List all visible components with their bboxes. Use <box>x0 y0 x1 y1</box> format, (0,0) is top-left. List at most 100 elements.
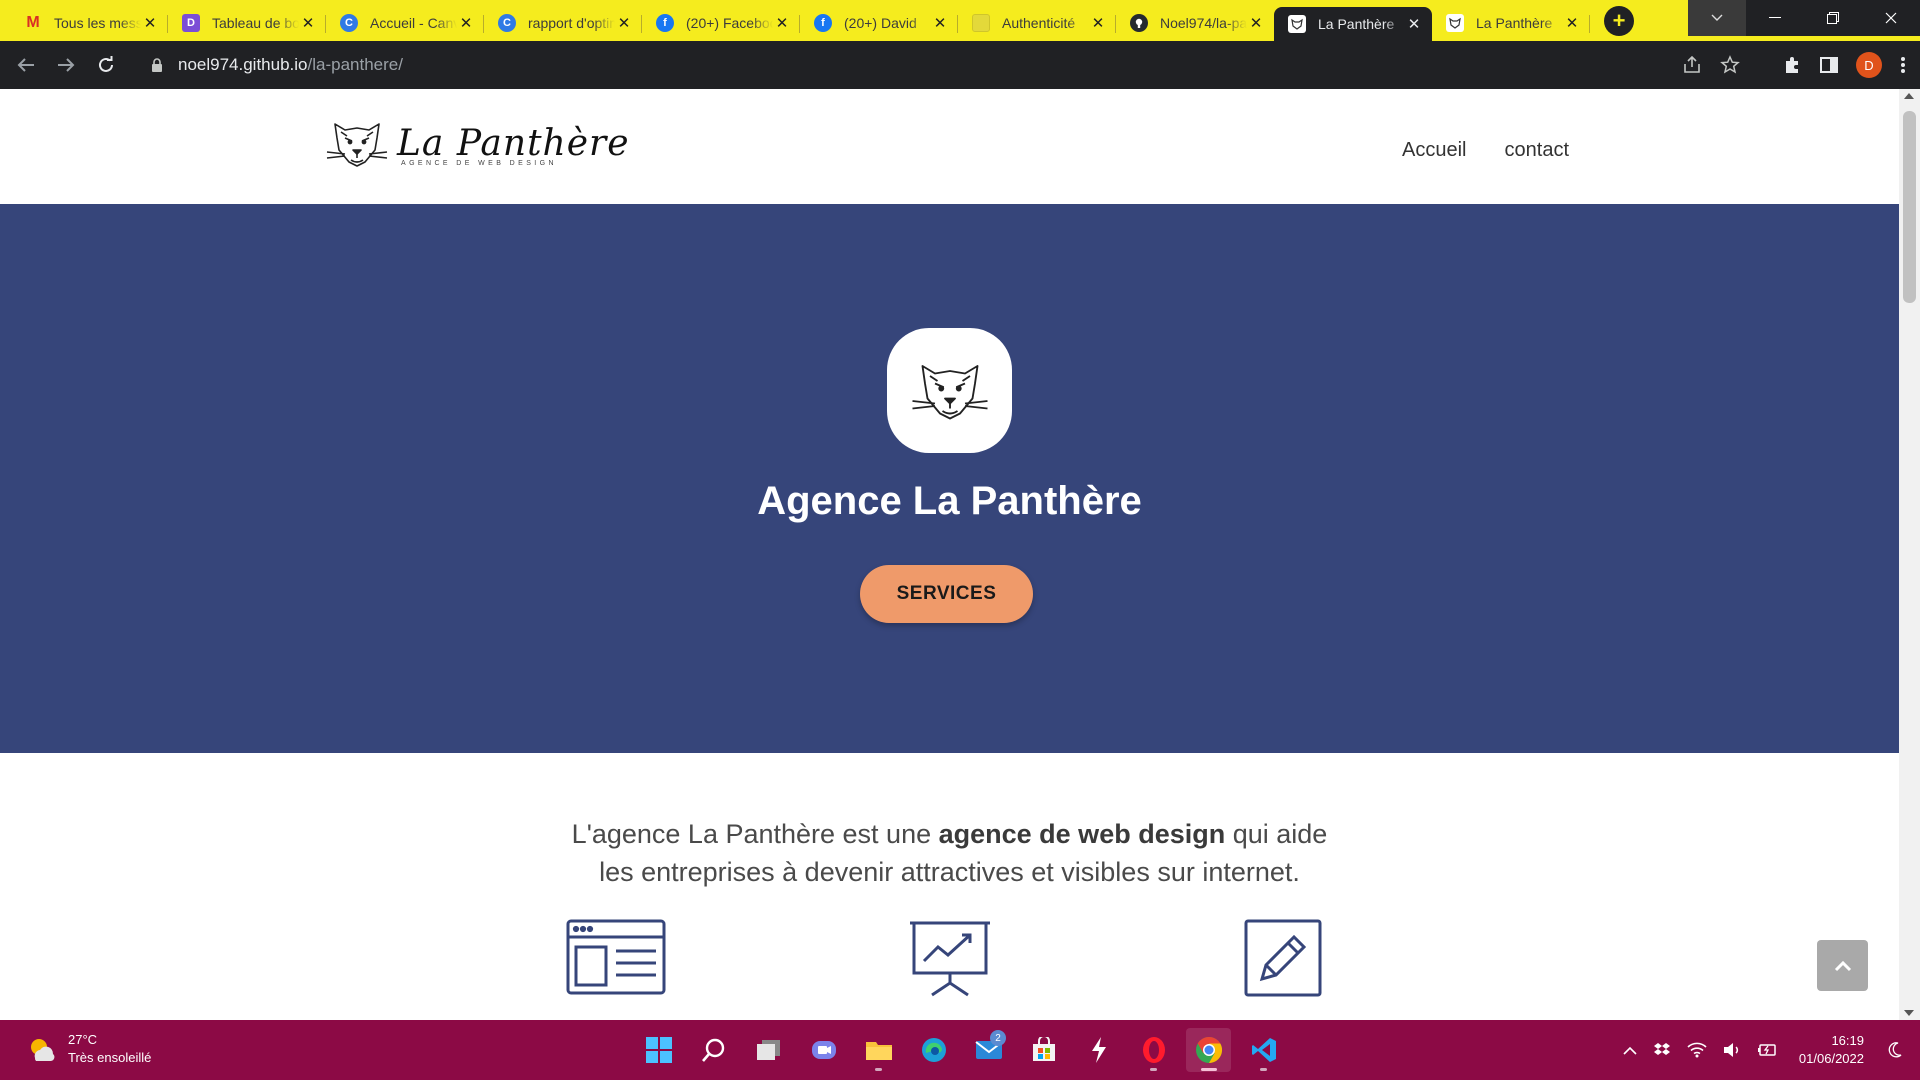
extensions-puzzle-icon[interactable] <box>1782 55 1802 75</box>
close-icon[interactable]: ✕ <box>1089 14 1107 32</box>
tray-icons <box>1623 1042 1777 1058</box>
close-icon[interactable]: ✕ <box>615 14 633 32</box>
tab-facebook[interactable]: f (20+) Facebook ✕ <box>642 6 800 40</box>
task-view-button[interactable] <box>746 1028 791 1072</box>
side-panel-icon[interactable] <box>1820 56 1838 74</box>
chrome-button[interactable] <box>1186 1028 1231 1072</box>
panther-icon <box>1288 15 1306 33</box>
store-button[interactable] <box>1021 1028 1066 1072</box>
tab-title: La Panthère <box>1476 14 1553 31</box>
running-indicator <box>875 1068 882 1071</box>
intro-text-line2: les entreprises à devenir attractives et… <box>599 857 1300 887</box>
close-window-button[interactable] <box>1862 0 1920 36</box>
tab-dashboard[interactable]: D Tableau de bord ✕ <box>168 6 326 40</box>
minimize-button[interactable] <box>1746 0 1804 36</box>
nav-link-contact[interactable]: contact <box>1505 139 1569 162</box>
page-scrollbar[interactable] <box>1899 89 1920 1020</box>
close-icon[interactable]: ✕ <box>1405 15 1423 33</box>
bolt-app-button[interactable] <box>1076 1028 1121 1072</box>
profile-avatar[interactable]: D <box>1856 52 1882 78</box>
close-icon[interactable]: ✕ <box>457 14 475 32</box>
tab-la-panthere[interactable]: La Panthère ✕ <box>1432 6 1590 40</box>
file-explorer-button[interactable] <box>856 1028 901 1072</box>
chevron-up-icon[interactable] <box>1623 1046 1637 1055</box>
tab-github[interactable]: Noel974/la-panthere ✕ <box>1116 6 1274 40</box>
main-nav: Accueil contact <box>1402 139 1569 162</box>
clock-date: 01/06/2022 <box>1798 1051 1864 1066</box>
tab-title: Accueil - Canva <box>370 14 457 31</box>
mail-unread-badge: 2 <box>990 1030 1006 1046</box>
arrow-right-icon <box>58 58 75 72</box>
tab-search-button[interactable] <box>1688 0 1746 36</box>
battery-icon[interactable] <box>1757 1043 1777 1057</box>
scroll-up-arrow[interactable] <box>1904 93 1914 99</box>
close-icon[interactable]: ✕ <box>141 14 159 32</box>
restore-button[interactable] <box>1804 0 1862 36</box>
kebab-menu-icon[interactable] <box>1900 56 1906 74</box>
wifi-icon[interactable] <box>1687 1042 1707 1058</box>
search-icon <box>701 1038 724 1062</box>
tab-title: (20+) David <box>844 14 917 31</box>
tab-facebook-david[interactable]: f (20+) David ✕ <box>800 6 958 40</box>
new-tab-button[interactable]: + <box>1604 5 1634 36</box>
tab-authenticite[interactable]: Authenticité ✕ <box>958 6 1116 40</box>
address-bar[interactable]: noel974.github.io/la-panthere/ <box>138 47 1752 83</box>
intro-text: L'agence La Panthère est une agence de w… <box>0 815 1899 891</box>
chevron-up-icon <box>1834 960 1851 971</box>
scroll-down-arrow[interactable] <box>1904 1010 1914 1016</box>
tab-title: Tableau de bord <box>212 14 299 31</box>
weather-description: Très ensoleillé <box>68 1050 152 1065</box>
app-bolt-icon <box>1091 1037 1106 1063</box>
facebook-icon: f <box>656 13 674 32</box>
dropbox-icon[interactable] <box>1653 1042 1671 1058</box>
running-indicator <box>1201 1068 1217 1071</box>
forward-button[interactable] <box>46 45 86 85</box>
system-tray: 16:19 01/06/2022 <box>1623 1020 1920 1080</box>
services-button[interactable]: SERVICES <box>860 565 1033 623</box>
reload-button[interactable] <box>86 45 126 85</box>
close-icon[interactable]: ✕ <box>931 14 949 32</box>
tab-title: Noel974/la-panthere <box>1160 14 1247 31</box>
intro-text-bold: agence de web design <box>938 819 1226 849</box>
close-icon[interactable]: ✕ <box>773 14 791 32</box>
site-logo[interactable]: La Panthère AGENCE DE WEB DESIGN <box>325 116 630 172</box>
tab-canva-report[interactable]: C rapport d'optimisation ✕ <box>484 6 642 40</box>
start-button[interactable] <box>636 1028 681 1072</box>
vscode-button[interactable] <box>1241 1028 1286 1072</box>
back-button[interactable] <box>6 45 46 85</box>
close-icon[interactable]: ✕ <box>299 14 317 32</box>
back-to-top-button[interactable] <box>1817 940 1868 991</box>
tab-gmail[interactable]: M Tous les messages ✕ <box>10 6 168 40</box>
nav-link-accueil[interactable]: Accueil <box>1402 139 1466 162</box>
gmail-icon: M <box>26 13 40 31</box>
scroll-thumb[interactable] <box>1903 111 1916 303</box>
opera-button[interactable] <box>1131 1028 1176 1072</box>
mail-button[interactable]: 2 <box>966 1028 1011 1072</box>
start-icon <box>645 1037 672 1063</box>
chevron-down-icon <box>1711 14 1723 21</box>
tab-title: La Panthère <box>1318 16 1395 32</box>
focus-assist-moon-icon[interactable] <box>1888 1042 1902 1058</box>
arrow-left-icon <box>17 58 34 72</box>
edit-pencil-icon <box>1244 919 1322 997</box>
bookmark-star-icon[interactable] <box>1720 55 1740 75</box>
hero-section: Agence La Panthère SERVICES <box>0 204 1899 753</box>
system-clock[interactable]: 16:19 01/06/2022 <box>1799 1032 1864 1068</box>
hero-title: Agence La Panthère <box>757 479 1142 523</box>
tab-canva-home[interactable]: C Accueil - Canva ✕ <box>326 6 484 40</box>
web-layout-icon <box>566 919 666 995</box>
edge-button[interactable] <box>911 1028 956 1072</box>
teams-chat-button[interactable] <box>801 1028 846 1072</box>
close-icon[interactable]: ✕ <box>1563 14 1581 32</box>
tab-la-panthere-active[interactable]: La Panthère ✕ <box>1274 7 1432 41</box>
brand-tagline: AGENCE DE WEB DESIGN <box>401 160 557 167</box>
toolbar-actions: D <box>1682 41 1920 89</box>
facebook-icon: f <box>814 13 832 32</box>
weather-widget[interactable]: 27°C Très ensoleillé <box>26 1031 151 1067</box>
close-icon[interactable]: ✕ <box>1247 14 1265 32</box>
generic-page-icon <box>972 13 990 32</box>
volume-icon[interactable] <box>1723 1042 1741 1058</box>
share-icon[interactable] <box>1682 56 1702 74</box>
lock-icon[interactable] <box>150 57 164 73</box>
taskbar-search-button[interactable] <box>691 1028 736 1072</box>
